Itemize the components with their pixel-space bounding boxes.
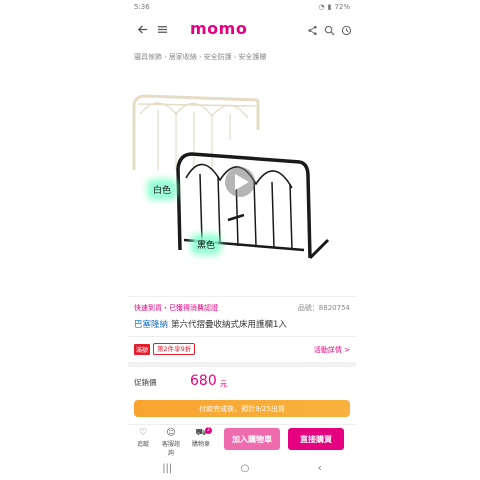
breadcrumb-item[interactable]: 安全護欄: [238, 53, 266, 61]
breadcrumb: 寢具傢飾 › 居家收納 › 安全防護 › 安全護欄: [134, 53, 267, 61]
color-label-black: 黑色: [194, 237, 219, 252]
buy-now-button[interactable]: 直接購買: [288, 428, 344, 450]
recent-apps-icon[interactable]: |||: [162, 463, 172, 474]
android-nav-bar: ||| ○ ‹: [128, 456, 356, 480]
wifi-icon: ◔: [318, 3, 325, 11]
shipping-banner: 付款完成後，預計9/25出貨: [134, 400, 350, 417]
promo-details-link[interactable]: 活動詳情 >: [314, 345, 350, 355]
customer-service-tab[interactable]: ☺ 客服諮詢: [160, 428, 182, 457]
divider: [128, 296, 356, 297]
cart-tab[interactable]: ⛟ 2 購物車: [190, 427, 212, 448]
follow-label: 追蹤: [136, 441, 149, 448]
breadcrumb-item[interactable]: 居家收納: [169, 53, 197, 61]
add-to-cart-button[interactable]: 加入購物車: [224, 428, 280, 450]
product-image[interactable]: 白色 黑色: [128, 70, 356, 292]
cart-count-badge: 2: [205, 427, 212, 434]
status-time: 5:36: [134, 3, 150, 11]
price-unit: 元: [220, 380, 227, 388]
back-nav-icon[interactable]: ‹: [318, 463, 322, 474]
promo-row[interactable]: 滿額 第2件享9折: [134, 343, 196, 355]
product-name: 第六代摺疊收納式床用護欄1入: [171, 320, 287, 330]
brand-link[interactable]: 巴塞隆納: [134, 320, 168, 330]
history-icon[interactable]: [341, 21, 352, 40]
divider: [128, 336, 356, 337]
bottom-action-bar: ♡ 追蹤 ☺ 客服諮詢 ⛟ 2 購物車 加入購物車 直接購買: [128, 424, 356, 457]
share-icon[interactable]: [307, 21, 318, 40]
follow-tab[interactable]: ♡ 追蹤: [132, 428, 154, 448]
promo-badge: 滿額: [134, 343, 151, 355]
status-bar: 5:36 ◔ ▮ 72%: [128, 0, 356, 14]
product-title: 巴塞隆納 第六代摺疊收納式床用護欄1入: [134, 318, 287, 330]
customer-service-label: 客服諮詢: [161, 441, 180, 457]
search-icon[interactable]: [324, 21, 335, 40]
menu-icon[interactable]: [154, 21, 170, 37]
breadcrumb-item[interactable]: 安全防護: [204, 53, 232, 61]
cart-label: 購物車: [191, 441, 210, 448]
battery-level: 72%: [334, 3, 350, 11]
product-tags: 快速到貨・已獲得消費認證: [134, 304, 218, 312]
heart-icon: ♡: [138, 428, 148, 438]
promo-text: 第2件享9折: [153, 343, 196, 355]
back-arrow-icon[interactable]: [134, 21, 150, 37]
section-gap: [128, 362, 356, 367]
bed-rail-illustration: [132, 94, 330, 260]
breadcrumb-item[interactable]: 寢具傢飾: [134, 53, 162, 61]
header-actions: [307, 21, 352, 40]
home-icon[interactable]: ○: [241, 463, 250, 474]
momo-logo[interactable]: momo: [190, 20, 250, 38]
phone-screen: 5:36 ◔ ▮ 72% momo 寢具傢飾 › 居家收納 › 安全防護 › 安…: [128, 0, 356, 480]
price-label: 促銷價: [134, 378, 157, 387]
status-right: ◔ ▮ 72%: [318, 3, 350, 11]
product-sku: 品號：8820754: [297, 304, 350, 312]
signal-icon: ▮: [327, 3, 332, 11]
color-label-white: 白色: [150, 182, 175, 197]
chat-icon: ☺: [166, 428, 176, 438]
price-value: 680: [190, 373, 217, 389]
app-header: momo: [128, 14, 356, 44]
